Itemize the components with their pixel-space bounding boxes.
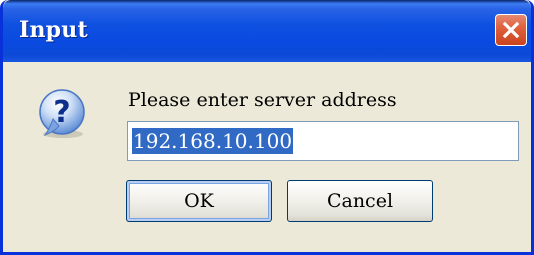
question-icon: ? bbox=[39, 89, 85, 138]
cancel-button[interactable]: Cancel bbox=[287, 180, 433, 222]
window-title: Input bbox=[19, 17, 88, 43]
title-bar[interactable]: Input bbox=[3, 0, 531, 62]
close-icon bbox=[502, 21, 520, 39]
input-dialog: Input ? Please enter server address 192.… bbox=[0, 0, 534, 255]
prompt-label: Please enter server address bbox=[128, 89, 397, 111]
input-value: 192.168.10.100 bbox=[132, 128, 294, 154]
svg-text:?: ? bbox=[53, 95, 70, 130]
close-button[interactable] bbox=[495, 14, 527, 46]
ok-button[interactable]: OK bbox=[126, 180, 272, 222]
server-address-input[interactable]: 192.168.10.100 bbox=[127, 121, 519, 161]
